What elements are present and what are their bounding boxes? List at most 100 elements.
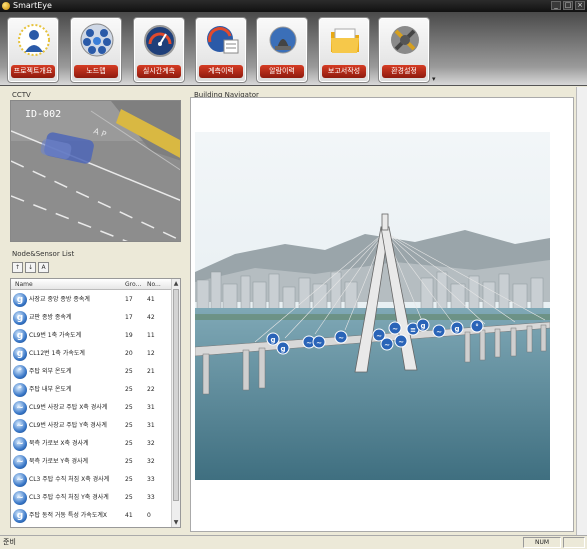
list-scrollbar[interactable]: ▲ ▼ [171,279,180,527]
minimize-button[interactable]: _ [551,1,561,10]
svg-text:~: ~ [376,332,382,340]
sensor-type-icon: g [13,293,27,307]
list-item[interactable]: g CL12번 1축 가속도계 20 12 [11,345,172,363]
sensor-marker[interactable]: ~ [388,321,402,335]
list-item[interactable]: ~ 북측 가로보 Y축 경사계 25 32 [11,453,172,471]
list-item[interactable]: ~ CL3 주탑 수직 처짐 X축 경사계 25 33 [11,471,172,489]
settings-tools-icon [391,26,419,54]
svg-text:°: ° [475,323,479,331]
sensor-marker[interactable]: ~ [432,324,446,338]
svg-text:~: ~ [306,339,312,347]
sensor-number: 21 [147,368,155,375]
toolbar-label: 환경설정 [382,65,426,78]
column-group[interactable]: Gro... [125,279,141,290]
sensor-type-icon: g [13,347,27,361]
list-item[interactable]: g CL9번 1축 가속도계 19 11 [11,327,172,345]
svg-text:g: g [270,336,275,344]
environment-settings-button[interactable]: 환경설정 [378,17,430,83]
sensor-name: 주탑 외부 온도계 [29,368,72,375]
cctv-image: A P [11,101,180,241]
main-toolbar: 프로젝트개요 노드맵 실시간계측 계측이력 알람이력 보고서작성 환경설정 ▾ [0,12,587,86]
list-item[interactable]: g 주탑 동적 거동 특성 가속도계X 41 0 [11,507,172,525]
sensor-marker[interactable]: ~ [312,335,326,349]
svg-text:~: ~ [384,341,390,349]
sensor-marker[interactable]: g [266,332,280,346]
sensor-name: CL9번 사장교 주탑 X축 경사계 [29,404,108,411]
project-overview-button[interactable]: 프로젝트개요 [7,17,59,83]
sensor-name: 북측 가로보 Y축 경사계 [29,458,89,465]
cctv-label: CCTV [12,91,31,99]
close-button[interactable]: × [575,1,585,10]
realtime-measurement-button[interactable]: 실시간계측 [133,17,185,83]
sensor-marker[interactable]: g [450,321,464,335]
list-item[interactable]: ° 주탑 내부 온도계 25 22 [11,381,172,399]
project-overview-icon [18,24,50,56]
sort-descending-button[interactable]: ↓ [25,262,36,273]
sensor-type-icon: ° [13,365,27,379]
scroll-thumb[interactable] [173,289,179,501]
svg-text:g: g [280,345,285,353]
toolbar-label: 프로젝트개요 [11,65,55,78]
sensor-marker[interactable]: ° [470,319,484,333]
sort-ascending-button[interactable]: ↑ [12,262,23,273]
sensor-group: 41 [125,512,133,519]
sensor-type-icon: g [13,311,27,325]
report-folder-icon [331,28,359,53]
scroll-down-icon[interactable]: ▼ [172,518,180,527]
bridge-photo: g g ~ ~ ~ ~ ~ ~ ~ ≡ g ~ g ° [195,132,550,480]
cctv-camera-id: ID-002 [25,109,62,120]
node-map-icon [80,23,114,57]
sensor-marker[interactable]: ~ [380,337,394,351]
window-title: SmartEye [13,1,52,10]
column-name[interactable]: Name [15,279,33,290]
list-item[interactable]: ° 주탑 외부 온도계 25 21 [11,363,172,381]
sensor-group: 25 [125,440,133,447]
chevron-down-icon[interactable]: ▾ [432,76,438,83]
maximize-button[interactable]: □ [563,1,573,10]
svg-text:≡: ≡ [410,326,416,334]
sensor-type-icon: ~ [13,455,27,469]
list-item[interactable]: g 사장교 중앙 종방 종속계 17 41 [11,291,172,309]
main-scrollbar[interactable] [576,87,587,535]
sensor-group: 25 [125,404,133,411]
sensor-marker[interactable]: g [276,341,290,355]
sensor-name: CL3 주탑 수직 처짐 Y축 경사계 [29,494,109,501]
num-lock-indicator: NUM [523,537,561,548]
sensor-group: 25 [125,458,133,465]
list-item[interactable]: ~ CL9번 사장교 주탑 Y축 경사계 25 31 [11,417,172,435]
report-writing-button[interactable]: 보고서작성 [318,17,370,83]
svg-text:g: g [420,322,425,330]
sensor-group: 25 [125,422,133,429]
status-bar: 준비 NUM [0,535,587,549]
list-item[interactable]: ~ 북측 가로보 X축 경사계 25 32 [11,435,172,453]
sensor-marker[interactable]: g [416,318,430,332]
sensor-number: 33 [147,476,155,483]
alarm-history-button[interactable]: 알람이력 [256,17,308,83]
filter-button[interactable]: A [38,262,49,273]
list-header: Name Gro... No... [11,279,172,290]
svg-text:~: ~ [436,328,442,336]
sensor-group: 17 [125,314,133,321]
sensor-marker[interactable]: ~ [334,330,348,344]
sensor-number: 33 [147,494,155,501]
measurement-history-icon [207,26,239,54]
list-item[interactable]: ~ CL3 주탑 수직 처짐 Y축 경사계 25 33 [11,489,172,507]
sensor-group: 17 [125,296,133,303]
toolbar-label: 계측이력 [199,65,243,78]
sensor-type-icon: ~ [13,419,27,433]
sensor-type-icon: ~ [13,401,27,415]
status-text: 준비 [3,538,16,546]
column-no[interactable]: No... [147,279,161,290]
sensor-marker[interactable]: ~ [394,334,408,348]
list-item[interactable]: ~ CL9번 사장교 주탑 X축 경사계 25 31 [11,399,172,417]
sensor-number: 22 [147,386,155,393]
scroll-up-icon[interactable]: ▲ [172,279,180,288]
svg-text:~: ~ [392,325,398,333]
node-map-button[interactable]: 노드맵 [70,17,122,83]
sensor-number: 32 [147,458,155,465]
sensor-name: 사장교 중앙 종방 종속계 [29,296,90,303]
list-item[interactable]: g 교판 종방 종속계 17 42 [11,309,172,327]
sensor-name: CL12번 1축 가속도계 [29,350,85,357]
sensor-name: 주탑 동적 거동 특성 가속도계X [29,512,107,519]
measurement-history-button[interactable]: 계측이력 [195,17,247,83]
